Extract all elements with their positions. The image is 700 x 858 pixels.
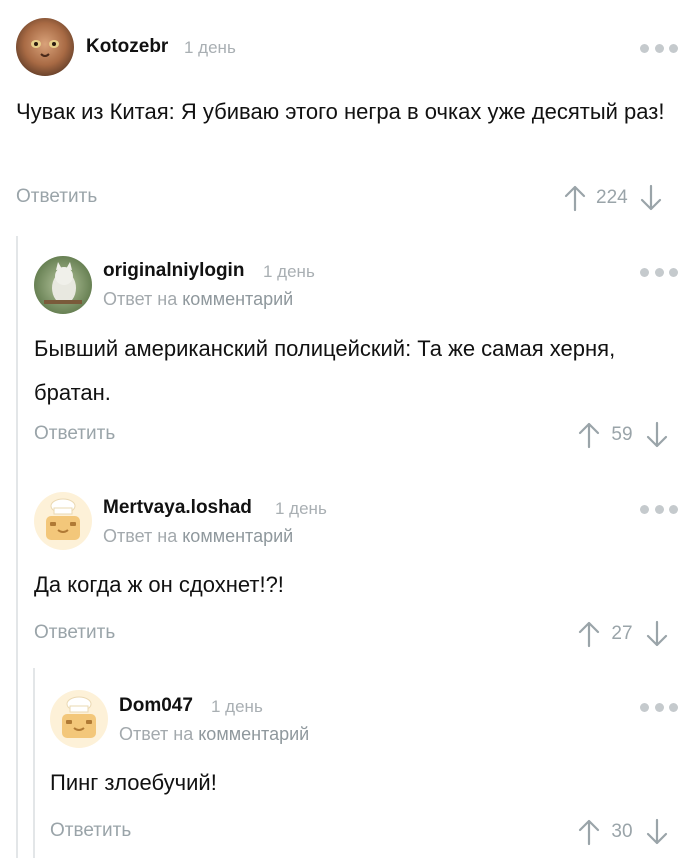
comment: Dom047 1 день Ответ на комментарий Пинг … bbox=[0, 0, 700, 858]
reply-button[interactable]: Ответить bbox=[50, 820, 131, 842]
reply-to: Ответ на комментарий bbox=[119, 724, 309, 745]
more-options-icon[interactable] bbox=[640, 701, 678, 713]
avatar[interactable] bbox=[50, 690, 108, 748]
rating-count: 30 bbox=[611, 821, 633, 842]
comment-text: Пинг злоебучий! bbox=[50, 770, 217, 795]
downvote-arrow-icon[interactable] bbox=[646, 818, 668, 846]
username[interactable]: Dom047 bbox=[119, 695, 193, 717]
reply-to-link[interactable]: комментарий bbox=[198, 724, 309, 744]
vote-controls: 30 bbox=[578, 817, 668, 847]
upvote-arrow-icon[interactable] bbox=[578, 818, 600, 846]
timestamp: 1 день bbox=[211, 697, 263, 716]
default-chef-avatar-image bbox=[50, 690, 108, 748]
reply-to-prefix: Ответ на bbox=[119, 724, 194, 744]
